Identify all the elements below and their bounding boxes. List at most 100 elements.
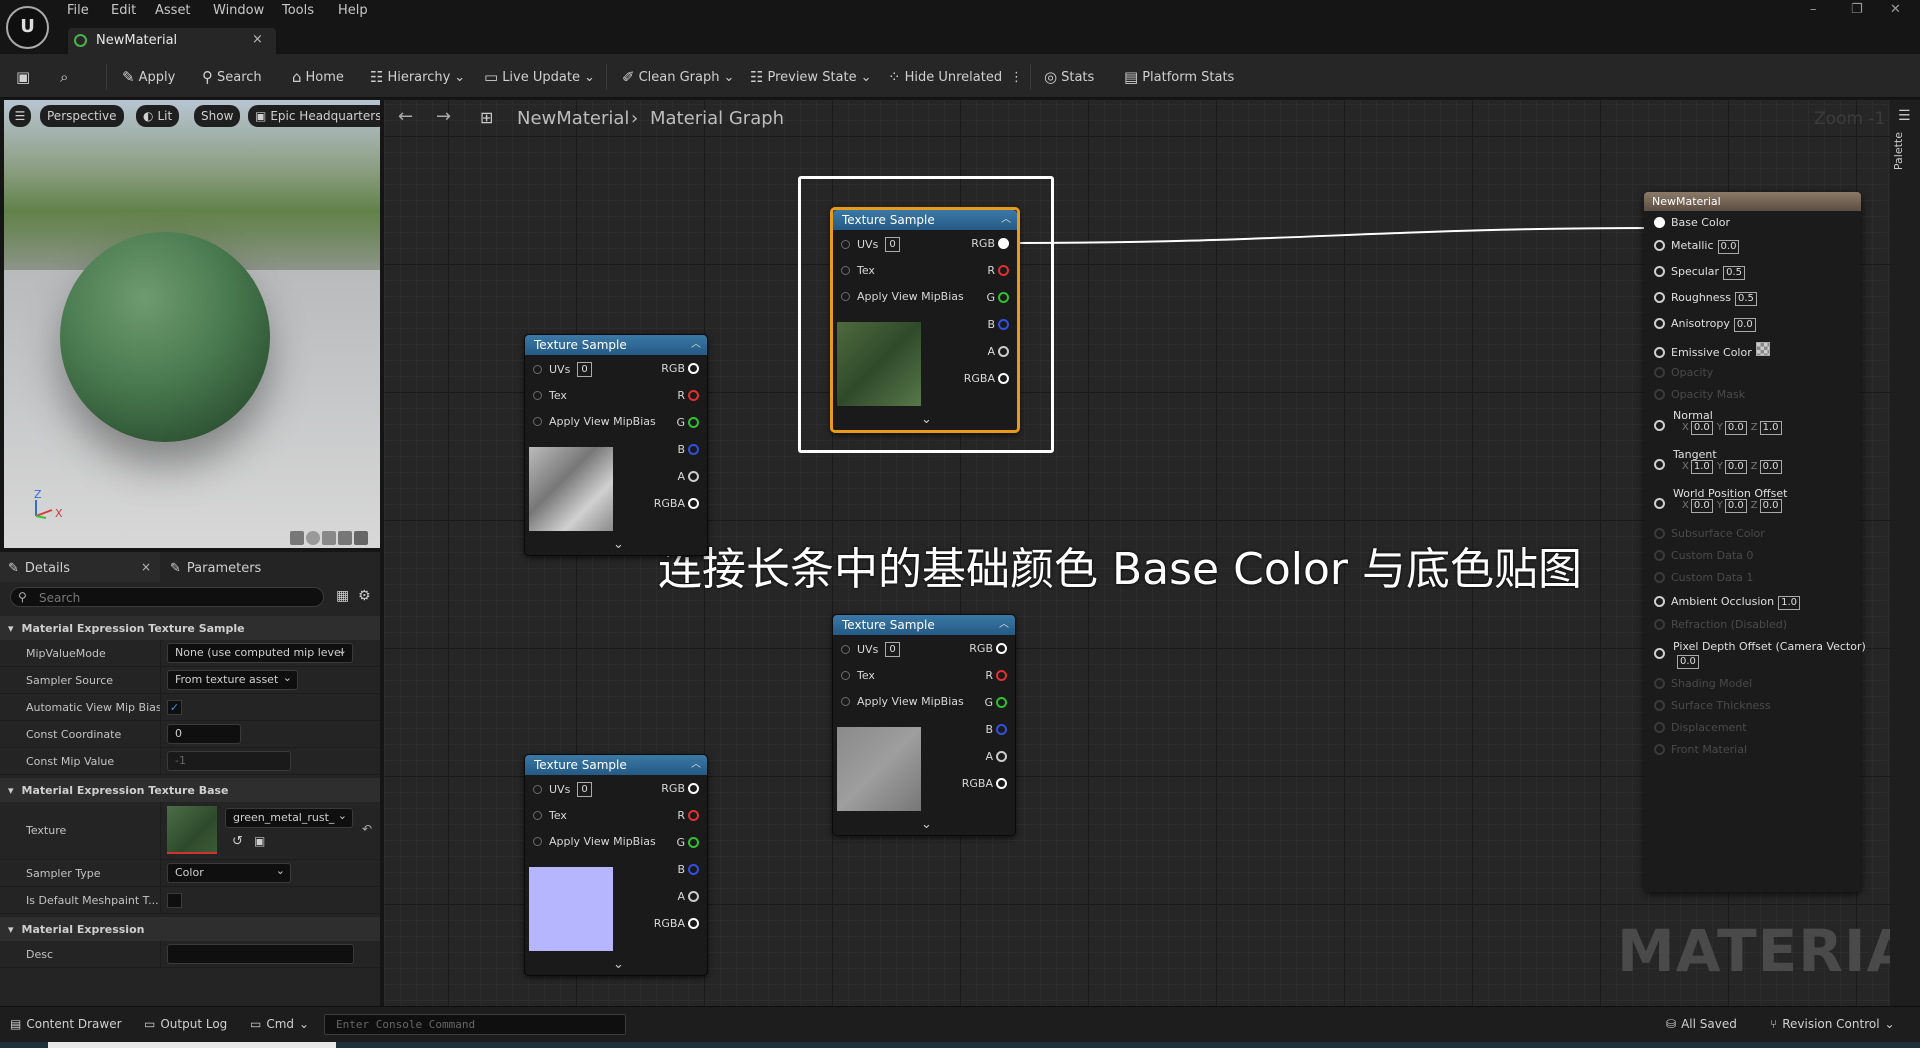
uv-index-value[interactable]: 0 [577, 782, 592, 797]
output-pin-b[interactable] [996, 724, 1007, 735]
pin-emissive-color[interactable]: Emissive Color [1654, 342, 1770, 359]
mipbias-input-pin[interactable] [841, 697, 850, 706]
maximize-button[interactable]: ❐ [1851, 2, 1863, 17]
sphere-preview-icon[interactable] [306, 531, 320, 545]
pin-specular[interactable]: Specular 0.5 [1654, 265, 1745, 280]
texture-thumbnail[interactable] [167, 806, 217, 854]
metallic-value[interactable]: 0.0 [1717, 240, 1740, 254]
output-log-button[interactable]: ▭ Output Log [144, 1017, 227, 1031]
pin-metallic[interactable]: Metallic 0.0 [1654, 239, 1740, 254]
tangent-x[interactable]: 1.0 [1690, 460, 1713, 474]
uvs-input-pin[interactable] [841, 240, 850, 249]
preview-state-button[interactable]: ☷ Preview State ⌄ [750, 67, 872, 87]
show-button[interactable]: Show [194, 105, 241, 127]
cmd-button[interactable]: ▭ Cmd ⌄ [250, 1017, 309, 1031]
normal-pin-icon[interactable] [1654, 420, 1665, 431]
output-pin-g[interactable] [998, 292, 1009, 303]
emissive-swatch[interactable] [1755, 342, 1770, 356]
texture-sample-node[interactable]: Texture Sample ︿ UVs 0 Tex Apply View MipBias… [830, 207, 1020, 433]
wpo-y[interactable]: 0.0 [1724, 499, 1747, 513]
pin-anisotropy[interactable]: Anisotropy 0.0 [1654, 317, 1756, 332]
minimize-button[interactable]: – [1810, 2, 1817, 17]
collapse-arrow-icon[interactable]: ︿ [1001, 210, 1011, 230]
expand-chevron-icon[interactable]: ⌄ [921, 412, 932, 427]
tab-newmaterial[interactable]: NewMaterial × [68, 28, 276, 54]
wpo-pin-icon[interactable] [1654, 498, 1665, 509]
output-pin-rgba[interactable] [998, 373, 1009, 384]
normal-x[interactable]: 0.0 [1690, 421, 1713, 435]
const-coordinate-input[interactable]: 0 [167, 724, 241, 744]
uv-index-value[interactable]: 0 [577, 362, 592, 377]
texture-sample-node[interactable]: Texture Sample ︿ UVs 0 Tex Apply View MipBias… [524, 334, 708, 556]
reset-icon[interactable]: ↶ [362, 822, 372, 836]
plane-preview-icon[interactable] [322, 531, 336, 545]
mipbias-input-pin[interactable] [533, 417, 542, 426]
revision-control-button[interactable]: ⑂ Revision Control ⌄ [1770, 1017, 1895, 1031]
output-pin-a[interactable] [998, 346, 1009, 357]
output-pin-rgb[interactable] [688, 363, 699, 374]
output-pin-r[interactable] [998, 265, 1009, 276]
details-close-icon[interactable]: × [141, 560, 151, 574]
tangent-y[interactable]: 0.0 [1724, 460, 1747, 474]
sampler-type-select[interactable]: Color [167, 863, 291, 883]
uvs-input-pin[interactable] [841, 645, 850, 654]
specular-value[interactable]: 0.5 [1723, 266, 1745, 280]
output-pin-rgba[interactable] [688, 498, 699, 509]
output-pin-rgba[interactable] [688, 918, 699, 929]
cube-preview-icon[interactable] [338, 531, 352, 545]
default-meshpaint-checkbox[interactable] [167, 893, 182, 908]
menu-help[interactable]: Help [338, 3, 368, 18]
section-texture-sample[interactable]: ▾ Material Expression Texture Sample [0, 616, 380, 640]
mip-value-mode-select[interactable]: None (use computed mip level [167, 643, 353, 663]
expand-chevron-icon[interactable]: ⌄ [613, 957, 624, 972]
browse-folder-icon[interactable]: ▣ [254, 834, 265, 848]
desc-input[interactable] [167, 944, 354, 964]
pin-base-color[interactable]: Base Color [1654, 216, 1730, 229]
apply-button[interactable]: ✎ Apply [122, 67, 175, 87]
normal-y[interactable]: 0.0 [1724, 421, 1747, 435]
collapse-arrow-icon[interactable]: ︿ [691, 335, 701, 355]
output-pin-r[interactable] [688, 810, 699, 821]
menu-window[interactable]: Window [213, 3, 264, 18]
menu-edit[interactable]: Edit [111, 3, 136, 18]
section-texture-base[interactable]: ▾ Material Expression Texture Base [0, 778, 380, 802]
mipbias-input-pin[interactable] [533, 837, 542, 846]
palette-sidebar[interactable]: ☰ Palette [1890, 100, 1920, 1006]
const-mip-value-input[interactable]: -1 [167, 751, 291, 771]
mesh-preview-icon[interactable] [354, 531, 368, 545]
menu-tools[interactable]: Tools [282, 3, 314, 18]
output-pin-g[interactable] [688, 837, 699, 848]
ao-value[interactable]: 1.0 [1778, 596, 1801, 610]
hierarchy-button[interactable]: ☷ Hierarchy ⌄ [370, 67, 465, 87]
normal-z[interactable]: 1.0 [1759, 421, 1782, 435]
tex-input-pin[interactable] [533, 391, 542, 400]
uvs-input-pin[interactable] [533, 785, 542, 794]
search-button[interactable]: ⚲ Search [202, 67, 262, 87]
output-pin-rgba[interactable] [996, 778, 1007, 789]
texture-sample-node[interactable]: Texture Sample ︿ UVs 0 Tex Apply View MipBias… [832, 614, 1016, 836]
pdo-pin-icon[interactable] [1654, 648, 1665, 659]
pdo-value[interactable]: 0.0 [1677, 655, 1699, 669]
home-button[interactable]: ⌂ Home [292, 67, 344, 87]
expand-chevron-icon[interactable]: ⌄ [921, 817, 932, 832]
uv-index-value[interactable]: 0 [885, 642, 900, 657]
output-pin-rgb[interactable] [996, 643, 1007, 654]
menu-asset[interactable]: Asset [155, 3, 191, 18]
output-pin-a[interactable] [688, 891, 699, 902]
pin-roughness[interactable]: Roughness 0.5 [1654, 291, 1757, 306]
section-material-expression[interactable]: ▾ Material Expression [0, 917, 380, 941]
tex-input-pin[interactable] [841, 671, 850, 680]
output-pin-b[interactable] [998, 319, 1009, 330]
table-view-icon[interactable]: ▦ [336, 588, 349, 604]
output-pin-a[interactable] [688, 471, 699, 482]
uvs-input-pin[interactable] [533, 365, 542, 374]
tex-input-pin[interactable] [533, 811, 542, 820]
close-window-button[interactable]: ✕ [1890, 2, 1901, 17]
preview-viewport[interactable]: ☰ Perspective ◐ Lit Show ▣ Epic Headquarte… [4, 100, 380, 548]
tangent-pin-icon[interactable] [1654, 459, 1665, 470]
save-button[interactable]: ▣ [16, 67, 30, 87]
output-pin-rgb[interactable] [688, 783, 699, 794]
wpo-z[interactable]: 0.0 [1759, 499, 1782, 513]
content-drawer-button[interactable]: ▤ Content Drawer [10, 1017, 122, 1031]
mipbias-input-pin[interactable] [841, 292, 850, 301]
